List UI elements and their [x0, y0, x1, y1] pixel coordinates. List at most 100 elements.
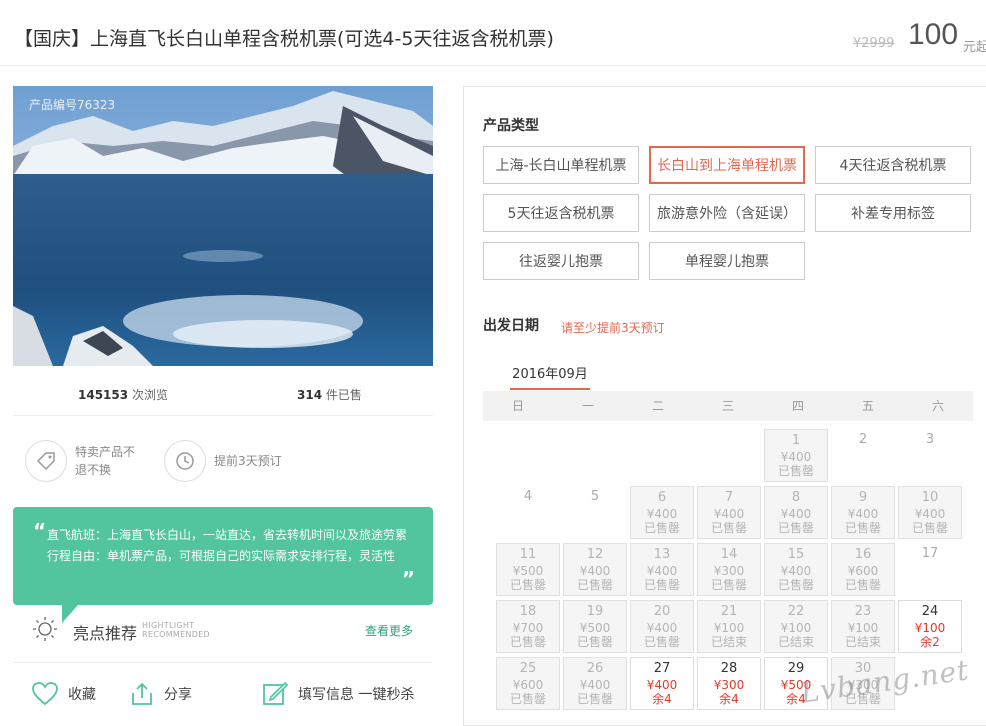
recommend-subtitle-line: HIGHTLIGHT	[142, 621, 195, 630]
month-tab[interactable]: 2016年09月	[510, 363, 590, 390]
departure-date-title: 出发日期	[483, 318, 539, 334]
calendar-day: 1 ¥400 已售罄	[764, 429, 828, 482]
day-price: ¥400	[914, 507, 946, 521]
day-status: 已售罄	[777, 521, 814, 535]
day-price: ¥400	[780, 450, 812, 464]
day-price: ¥400	[579, 678, 611, 692]
type-option[interactable]: 4天往返含税机票	[815, 146, 971, 184]
weekday-label: 一	[581, 399, 594, 413]
recommend-title: 亮点推荐	[73, 624, 138, 643]
type-option-selected[interactable]: 长白山到上海单程机票	[649, 146, 805, 184]
day-price: ¥700	[512, 621, 544, 635]
highlight-line: 直飞航班：上海直飞长白山，一站直达，省去转机时间以及旅途劳累	[47, 528, 408, 542]
calendar-day: 4	[496, 486, 560, 539]
quote-close-icon: ”	[401, 567, 415, 591]
calendar-day: 10 ¥400 已售罄	[898, 486, 962, 539]
type-option[interactable]: 上海-长白山单程机票	[483, 146, 639, 184]
calendar-day: 6 ¥400 已售罄	[630, 486, 694, 539]
calendar-day: 11 ¥500 已售罄	[496, 543, 560, 596]
day-number: 1	[791, 433, 801, 448]
type-option[interactable]: 5天往返含税机票	[483, 194, 639, 232]
highlight-line: 行程自由：单机票产品，可根据自己的实际需求安排行程，灵活性	[47, 549, 396, 563]
product-type-title: 产品类型	[483, 118, 539, 134]
calendar-day: 23 ¥100 已结束	[831, 600, 895, 653]
calendar-day[interactable]: 28 ¥300 余4	[697, 657, 761, 710]
calendar-day: 5	[563, 486, 627, 539]
feature-text: 特卖产品不退不换	[75, 445, 136, 477]
share-label: 分享	[164, 687, 192, 703]
weekday-label: 日	[511, 399, 524, 413]
quote-open-icon: “	[33, 519, 47, 543]
weekday-label: 二	[651, 399, 664, 413]
type-option[interactable]: 旅游意外险（含延误）	[649, 194, 805, 232]
day-price: ¥400	[646, 507, 678, 521]
day-number: 15	[787, 547, 805, 562]
day-number: 11	[519, 547, 537, 562]
calendar-day: 12 ¥400 已售罄	[563, 543, 627, 596]
fill-info-button[interactable]: 填写信息 一键秒杀	[261, 681, 414, 707]
day-price: ¥400	[847, 507, 879, 521]
calendar-day: 17	[898, 543, 962, 596]
day-number: 3	[925, 432, 935, 447]
sun-icon	[33, 617, 57, 641]
day-number: 6	[657, 490, 667, 505]
day-number: 22	[787, 604, 805, 619]
weekday-label: 三	[721, 399, 734, 413]
action-bar: 收藏 分享 填写信息 一键秒杀	[13, 662, 433, 719]
day-status: 已售罄	[844, 521, 881, 535]
feature-no-refund: 特卖产品不退不换	[25, 440, 143, 482]
day-number: 18	[519, 604, 537, 619]
day-number: 20	[653, 604, 671, 619]
day-status: 已售罄	[710, 578, 747, 592]
favorite-button[interactable]: 收藏	[31, 681, 96, 707]
calendar-day: 2	[831, 429, 895, 482]
type-option[interactable]: 往返婴儿抱票	[483, 242, 639, 280]
current-price: 100	[908, 18, 959, 51]
day-status: 余4	[652, 692, 672, 706]
tag-icon	[25, 440, 67, 482]
day-status: 已售罄	[509, 635, 546, 649]
day-price: ¥400	[646, 564, 678, 578]
type-option[interactable]: 补差专用标签	[815, 194, 971, 232]
share-button[interactable]: 分享	[129, 681, 192, 707]
day-price: ¥100	[847, 621, 879, 635]
sold-label: 件已售	[325, 388, 362, 402]
recommend-subtitle: HIGHTLIGHT RECOMMENDED	[142, 621, 210, 639]
day-status: 已售罄	[710, 521, 747, 535]
day-status: 余2	[920, 635, 940, 649]
day-number: 21	[720, 604, 738, 619]
day-number: 4	[523, 489, 533, 504]
fill-info-label: 填写信息 一键秒杀	[298, 687, 415, 703]
type-option[interactable]: 单程婴儿抱票	[649, 242, 805, 280]
day-price: ¥100	[914, 621, 946, 635]
day-number: 9	[858, 490, 868, 505]
day-number: 7	[724, 490, 734, 505]
views-count: 145153	[78, 388, 129, 402]
day-price: ¥400	[646, 621, 678, 635]
calendar-day[interactable]: 27 ¥400 余4	[630, 657, 694, 710]
day-price: ¥400	[646, 678, 678, 692]
heart-icon	[32, 682, 58, 706]
day-price: ¥500	[579, 621, 611, 635]
feature-text: 提前3天预订	[214, 454, 282, 468]
day-number: 25	[519, 661, 537, 676]
day-number: 28	[720, 661, 738, 676]
sold-stat: 314 件已售	[297, 386, 362, 403]
recommend-bar: 亮点推荐 HIGHTLIGHT RECOMMENDED 查看更多	[32, 614, 432, 644]
weekday-label: 五	[861, 399, 874, 413]
day-number: 2	[858, 432, 868, 447]
see-more-link[interactable]: 查看更多	[365, 622, 413, 639]
day-status: 已售罄	[844, 578, 881, 592]
share-icon	[132, 682, 152, 705]
original-price: ¥2999	[853, 36, 895, 51]
price-unit: 元起	[963, 40, 986, 55]
highlight-box: “ 直飞航班：上海直飞长白山，一站直达，省去转机时间以及旅途劳累 行程自由：单机…	[13, 507, 433, 605]
calendar-day: 9 ¥400 已售罄	[831, 486, 895, 539]
day-status: 已售罄	[911, 521, 948, 535]
views-label: 次浏览	[131, 388, 168, 402]
views-stat: 145153 次浏览	[78, 386, 168, 403]
weekday-label: 六	[931, 399, 944, 413]
calendar-day[interactable]: 24 ¥100 余2	[898, 600, 962, 653]
day-price: ¥600	[847, 564, 879, 578]
day-status: 已售罄	[777, 464, 814, 478]
